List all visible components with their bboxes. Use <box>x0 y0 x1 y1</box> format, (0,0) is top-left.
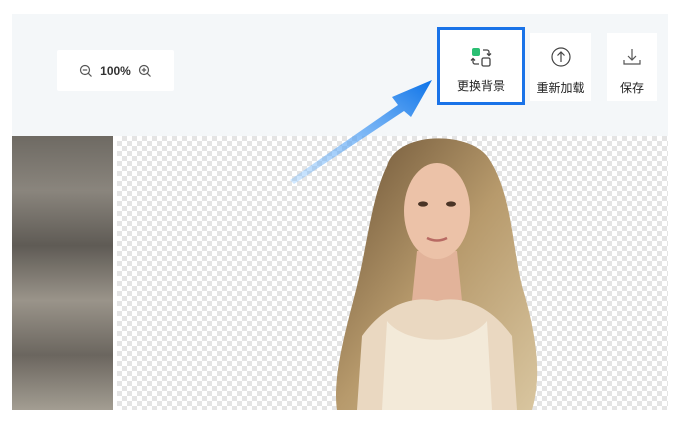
pointer-arrow-annotation <box>290 80 432 184</box>
